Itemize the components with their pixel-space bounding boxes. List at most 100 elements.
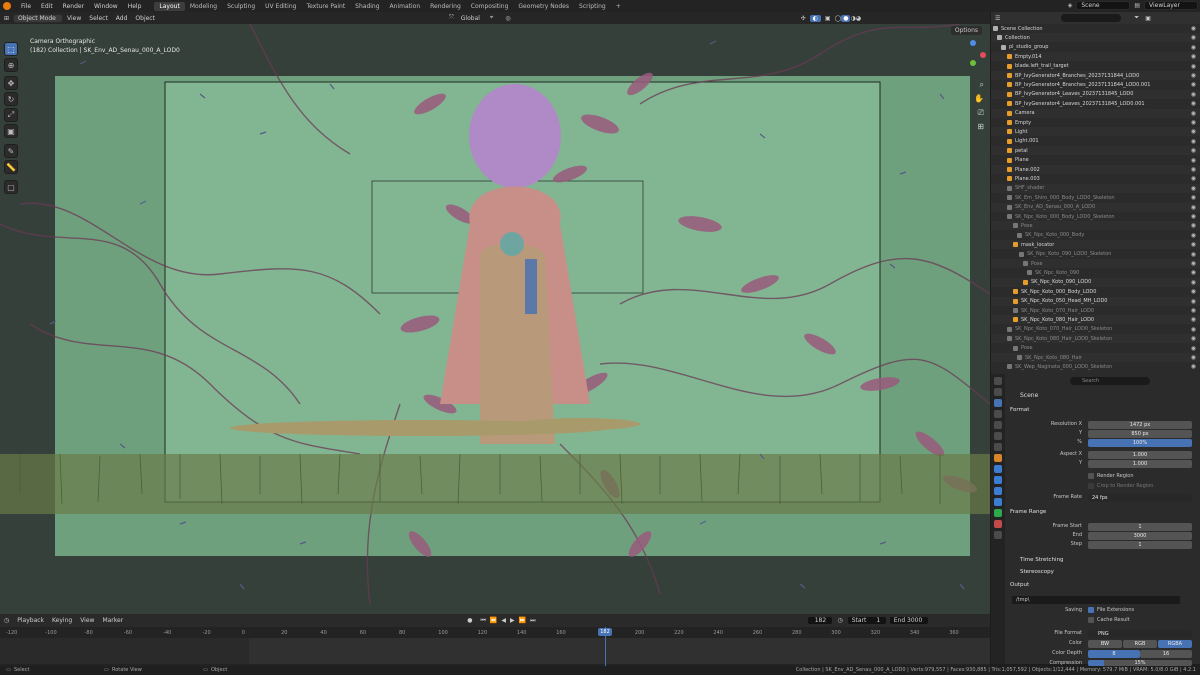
menu-view[interactable]: View — [63, 15, 85, 22]
navigation-gizmo[interactable] — [960, 40, 986, 66]
scale-tool-icon[interactable]: ⤢ — [4, 108, 18, 122]
menu-window[interactable]: Window — [89, 3, 123, 10]
time-stretching-header[interactable]: Time Stretching — [1020, 557, 1064, 563]
auto-key-icon[interactable]: ● — [467, 617, 472, 624]
outliner-row[interactable]: SK_Em_Shiro_000_Body_LOD0_Skeleton ◉ — [991, 193, 1200, 202]
outliner-row[interactable]: SK_Npc_Koto_000_Body_LOD0 ◉ — [991, 287, 1200, 296]
collection-tab-icon[interactable] — [994, 443, 1002, 451]
tab-shading[interactable]: Shading — [350, 2, 384, 11]
visibility-icon[interactable]: ◉ — [1191, 157, 1196, 164]
visibility-icon[interactable]: ◉ — [1191, 279, 1196, 286]
data-tab-icon[interactable] — [994, 509, 1002, 517]
menu-file[interactable]: File — [16, 3, 36, 10]
outliner-row[interactable]: SHF_shader ◉ — [991, 183, 1200, 193]
outliner-row[interactable]: BP_IvyGenerator4_Leaves_20237131845_LOD0… — [991, 89, 1200, 99]
shading-wire-icon[interactable]: ◯ — [835, 15, 842, 22]
visibility-icon[interactable]: ◉ — [1191, 204, 1196, 211]
play-icon[interactable]: ▶ — [510, 617, 515, 624]
visibility-icon[interactable]: ◉ — [1191, 63, 1196, 70]
blender-logo-icon[interactable] — [3, 2, 11, 10]
visibility-icon[interactable]: ◉ — [1191, 335, 1196, 342]
shading-solid-icon[interactable]: ● — [841, 14, 851, 22]
tab-compositing[interactable]: Compositing — [466, 2, 514, 11]
outliner-row[interactable]: SK_Npc_Koto_070_Hair_LOD0_Skeleton ◉ — [991, 325, 1200, 334]
visibility-icon[interactable]: ◉ — [1191, 147, 1196, 154]
outliner-row[interactable]: Light ◉ — [991, 127, 1200, 137]
outliner-row[interactable]: blade.left_trail_target ◉ — [991, 62, 1200, 71]
end-frame-field[interactable]: End 3000 — [888, 616, 929, 625]
menu-timeline-view[interactable]: View — [76, 617, 98, 624]
visibility-icon[interactable]: ◉ — [1191, 25, 1196, 32]
visibility-icon[interactable]: ◉ — [1191, 222, 1196, 229]
color-rgb-button[interactable]: RGB — [1123, 640, 1157, 648]
visibility-icon[interactable]: ◉ — [1191, 241, 1196, 248]
file-extensions-checkbox[interactable] — [1088, 607, 1094, 613]
menu-playback[interactable]: Playback — [13, 617, 48, 624]
tab-geometry-nodes[interactable]: Geometry Nodes — [513, 2, 574, 11]
outliner-row[interactable]: Camera ◉ — [991, 108, 1200, 118]
outliner-row[interactable]: Plane.003 ◉ — [991, 174, 1200, 183]
res-y-field[interactable]: 850 px — [1088, 430, 1192, 438]
visibility-icon[interactable]: ◉ — [1191, 175, 1196, 182]
camera-view-icon[interactable]: ⎚ — [978, 108, 984, 118]
overlay-icon[interactable]: ◐ — [809, 14, 821, 22]
start-frame-field[interactable]: Start 1 — [846, 616, 887, 625]
outliner-row[interactable]: Light.001 ◉ — [991, 137, 1200, 146]
tab-texture-paint[interactable]: Texture Paint — [301, 2, 350, 11]
frame-rate-select[interactable]: 24 fps — [1088, 494, 1192, 502]
visibility-icon[interactable]: ◉ — [1191, 345, 1196, 352]
outliner-search-input[interactable] — [1061, 14, 1121, 22]
playhead-frame[interactable]: 182 — [598, 628, 612, 636]
visibility-icon[interactable]: ◉ — [1191, 138, 1196, 145]
scene-selector[interactable]: Scene — [1076, 1, 1131, 10]
outliner-row[interactable]: Pose ◉ — [991, 344, 1200, 353]
visibility-icon[interactable]: ◉ — [1191, 110, 1196, 117]
visibility-icon[interactable]: ◉ — [1191, 194, 1196, 201]
outliner-row[interactable]: BP_IvyGenerator4_Leaves_20237131845_LOD0… — [991, 99, 1200, 108]
options-button[interactable]: Options — [950, 26, 982, 35]
next-key-icon[interactable]: ⏩ — [519, 617, 526, 624]
outliner-row[interactable]: mask_locator ◉ — [991, 240, 1200, 250]
zoom-icon[interactable]: ⌕ — [980, 80, 984, 90]
object-tab-icon[interactable] — [994, 454, 1002, 462]
select-tool-icon[interactable]: ⬚ — [4, 42, 18, 56]
tab-rendering[interactable]: Rendering — [425, 2, 466, 11]
timeline-editor-icon[interactable]: ◷ — [4, 617, 9, 624]
res-x-field[interactable]: 1472 px — [1088, 421, 1192, 429]
visibility-icon[interactable]: ◉ — [1191, 100, 1196, 107]
visibility-icon[interactable]: ◉ — [1191, 128, 1196, 135]
outliner-row[interactable]: Collection ◉ — [991, 33, 1200, 43]
menu-keying[interactable]: Keying — [48, 617, 76, 624]
color-rgba-button[interactable]: RGBA — [1158, 640, 1192, 648]
outliner-row[interactable]: SK_Npc_Koto_050_Head_MH_LOD0 ◉ — [991, 296, 1200, 306]
material-tab-icon[interactable] — [994, 520, 1002, 528]
menu-edit[interactable]: Edit — [36, 3, 58, 10]
view-layer-selector[interactable]: ViewLayer — [1144, 1, 1198, 10]
cursor-tool-icon[interactable]: ⊕ — [4, 58, 18, 72]
visibility-icon[interactable]: ◉ — [1191, 34, 1196, 41]
outliner-row[interactable]: BP_IvyGenerator4_Branches_20237131844_LO… — [991, 71, 1200, 80]
xray-icon[interactable]: ▣ — [825, 15, 831, 22]
visibility-icon[interactable]: ◉ — [1191, 232, 1196, 239]
depth-8-button[interactable]: 8 — [1088, 650, 1140, 658]
tab-modeling[interactable]: Modeling — [185, 2, 222, 11]
visibility-icon[interactable]: ◉ — [1191, 269, 1196, 276]
world-tab-icon[interactable] — [994, 432, 1002, 440]
outliner-row[interactable]: SK_Npc_Koto_080_Hair ◉ — [991, 353, 1200, 362]
aspect-y-field[interactable]: 1.000 — [1088, 460, 1192, 468]
visibility-icon[interactable]: ◉ — [1191, 119, 1196, 126]
current-frame-field[interactable]: 182 — [807, 616, 834, 625]
rotate-tool-icon[interactable]: ↻ — [4, 92, 18, 106]
tab-animation[interactable]: Animation — [385, 2, 426, 11]
stereoscopy-header[interactable]: Stereoscopy — [1020, 569, 1054, 575]
scene-tab-icon[interactable] — [994, 421, 1002, 429]
menu-render[interactable]: Render — [58, 3, 89, 10]
depth-16-button[interactable]: 16 — [1140, 650, 1192, 658]
res-pct-field[interactable]: 100% — [1088, 439, 1192, 447]
outliner-row[interactable]: petal ◉ — [991, 146, 1200, 156]
render-region-checkbox[interactable] — [1088, 473, 1094, 479]
outliner-row[interactable]: pl_studio_group ◉ — [991, 43, 1200, 52]
mode-selector[interactable]: Object Mode — [13, 13, 64, 23]
outliner-row[interactable]: SK_Npc_Koto_090_LOD0 ◉ — [991, 277, 1200, 287]
visibility-icon[interactable]: ◉ — [1191, 81, 1196, 88]
